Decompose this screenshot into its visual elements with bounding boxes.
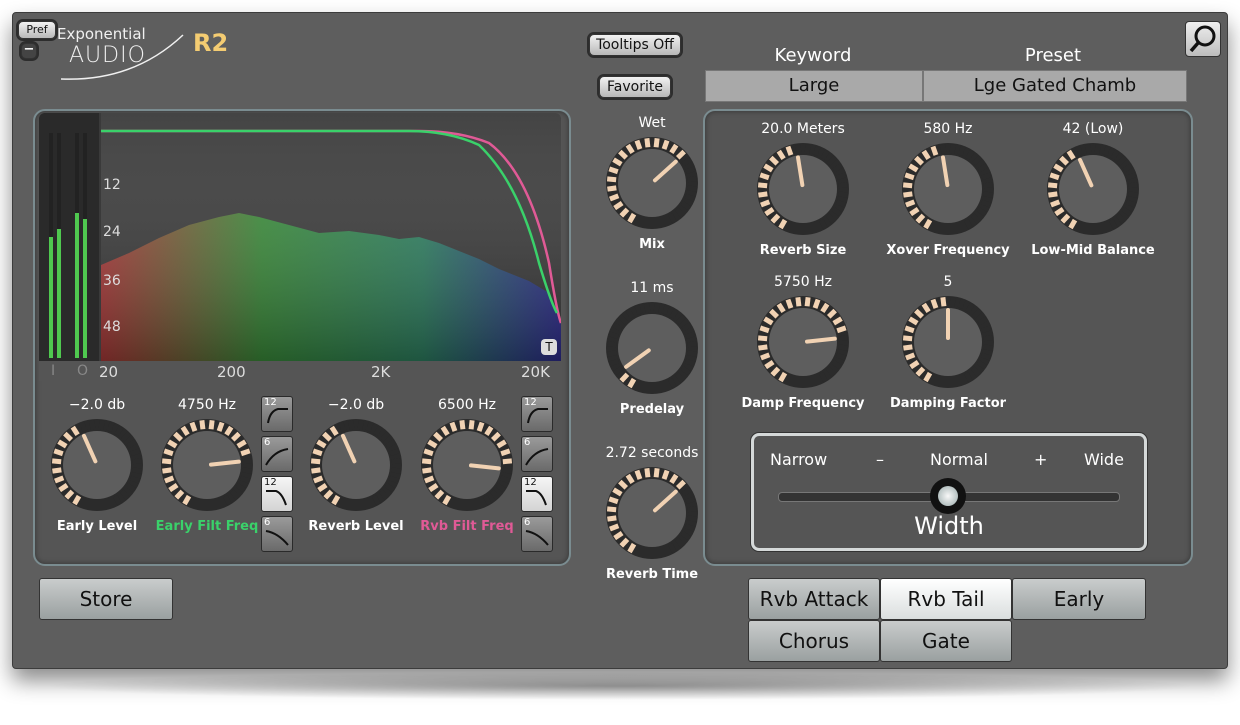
preset-field[interactable]: Lge Gated Chamb [923,70,1187,102]
search-button[interactable] [1185,21,1221,57]
left-control-1-value: 4750 Hz [178,397,236,413]
spectrum-graph [39,113,561,381]
store-button[interactable]: Store [39,578,173,620]
db-tick-12: 12 [103,177,121,193]
rvb-slope-12-highcut[interactable]: 12 [521,476,553,512]
width-wide-label: Wide [1084,450,1124,469]
left-control-1-label: Early Filt Freq [155,519,259,534]
tab-early[interactable]: Early [1012,578,1146,620]
right-control-1-value: 580 Hz [923,121,973,137]
keyword-field[interactable]: Large [705,70,923,102]
slope-label: 12 [264,477,277,488]
meter-in-label: I [51,363,56,379]
db-tick-36: 36 [103,273,121,289]
t-button[interactable]: T [541,339,557,355]
right-control-2-label: Low-Mid Balance [1031,243,1155,258]
right-control-1-label: Xover Frequency [886,243,1010,258]
right-control-0-knob[interactable] [755,141,851,237]
center-control-0-knob[interactable] [604,135,700,231]
tab-gate[interactable]: Gate [880,620,1012,662]
db-tick-48: 48 [103,319,121,335]
right-control-4-label: Damping Factor [889,396,1007,411]
db-tick-24: 24 [103,224,121,240]
width-slider-thumb[interactable] [930,478,966,514]
spectrum-display [39,113,561,381]
right-control-1-knob[interactable] [900,141,996,237]
freq-tick-20k: 20K [521,363,550,381]
left-control-3-knob[interactable] [419,417,515,513]
slope-label: 6 [264,437,271,448]
width-narrow-label: Narrow [770,450,828,469]
plugin-window: Pref − Exponential AUDIO R2 Tooltips Off… [12,12,1228,669]
early-slope-12-highcut[interactable]: 12 [261,476,293,512]
tab-chorus[interactable]: Chorus [748,620,880,662]
right-control-3-label: Damp Frequency [741,396,865,411]
early-slope-6-lowpass[interactable]: 6 [261,436,293,472]
right-control-0-value: 20.0 Meters [761,121,845,137]
tab-rvb-tail[interactable]: Rvb Tail [880,578,1012,620]
center-control-0-value: Wet [638,115,666,131]
favorite-button[interactable]: Favorite [599,76,671,98]
center-control-0-label: Mix [639,237,665,252]
preset-header: Preset [1024,45,1082,66]
tooltips-toggle[interactable]: Tooltips Off [589,34,681,56]
left-control-3-label: Rvb Filt Freq [420,519,514,534]
product-name: R2 [193,29,229,57]
center-control-1-value: 11 ms [630,280,674,296]
brand-swoosh-icon [60,34,184,80]
freq-tick-20: 20 [99,363,119,381]
freq-tick-2k: 2K [371,363,391,381]
center-control-2-knob[interactable] [604,465,700,561]
width-plus-label: + [1034,450,1048,469]
center-control-2-value: 2.72 seconds [605,445,699,461]
center-control-1-label: Predelay [619,402,685,417]
freq-tick-200: 200 [217,363,246,381]
slope-label: 12 [524,477,537,488]
width-normal-label: Normal [930,450,988,469]
tab-rvb-attack[interactable]: Rvb Attack [748,578,880,620]
meter-out-label: O [77,363,89,379]
right-control-2-knob[interactable] [1045,141,1141,237]
left-control-1-knob[interactable] [159,417,255,513]
right-control-3-value: 5750 Hz [774,274,832,290]
collapse-button[interactable]: − [21,43,37,59]
width-control: Narrow – Normal + Wide Width [751,433,1147,551]
right-control-4-value: 5 [943,274,953,290]
right-control-3-knob[interactable] [755,294,851,390]
keyword-header: Keyword [774,45,852,66]
left-control-0-knob[interactable] [49,417,145,513]
magnifier-icon [1189,25,1216,53]
left-control-2-knob[interactable] [308,417,404,513]
right-control-2-value: 42 (Low) [1062,121,1124,137]
width-title: Width [914,512,984,540]
slope-label: 6 [524,437,531,448]
center-control-1-knob[interactable] [604,300,700,396]
right-control-4-knob[interactable] [900,294,996,390]
rvb-slope-6-lowpass[interactable]: 6 [521,436,553,472]
left-control-3-value: 6500 Hz [438,397,496,413]
width-minus-label: – [876,450,884,469]
pref-button[interactable]: Pref [18,21,56,39]
right-control-0-label: Reverb Size [759,243,847,258]
center-control-2-label: Reverb Time [605,567,699,582]
